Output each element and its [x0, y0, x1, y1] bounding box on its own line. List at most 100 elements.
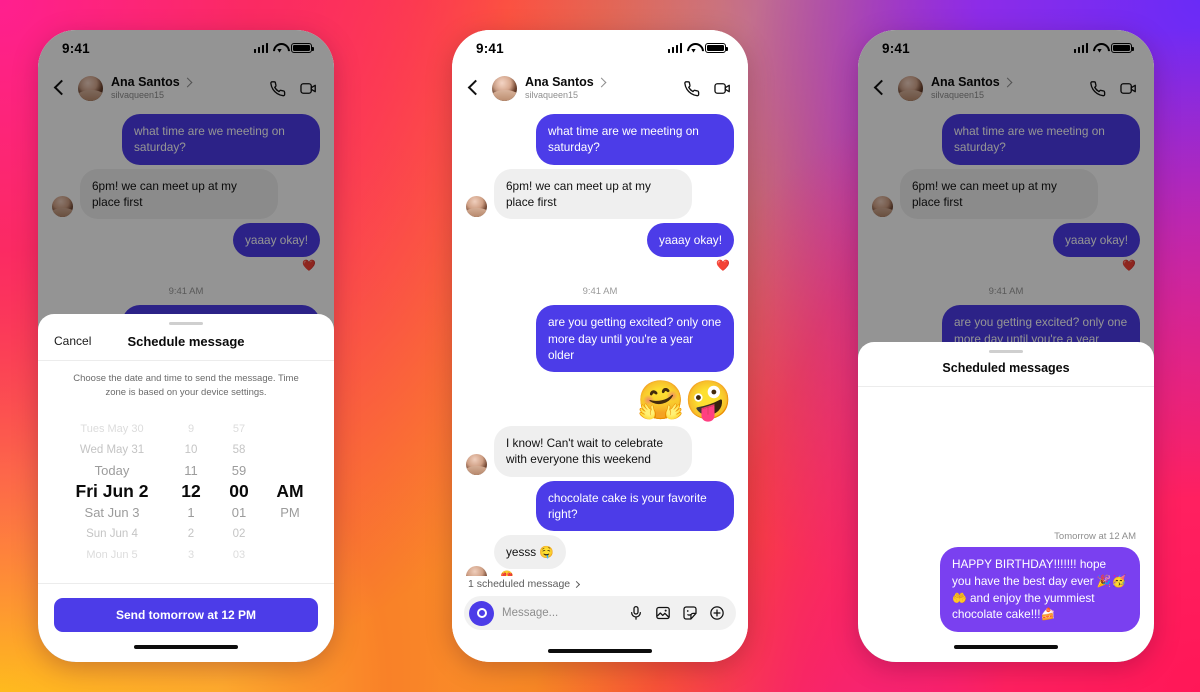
divider [38, 583, 334, 584]
scheduled-delivery-time: Tomorrow at 12 AM [1054, 531, 1136, 542]
picker-hour-option[interactable]: 3 [168, 549, 214, 561]
picker-minute-option[interactable]: 03 [214, 549, 264, 561]
plus-circle-icon[interactable] [709, 605, 725, 621]
sheet-grab-handle[interactable] [38, 314, 334, 329]
avatar [466, 453, 487, 475]
message-row: are you getting excited? only one more d… [466, 305, 734, 373]
picker-hour-option[interactable]: 11 [168, 463, 214, 478]
picker-row: Today 11 59 [54, 460, 318, 481]
contact-username: silvaqueen15 [525, 90, 579, 101]
picker-minute-option[interactable]: 01 [214, 505, 264, 520]
header-identity[interactable]: Ana Santos silvaqueen15 [525, 75, 674, 100]
message-reaction[interactable]: ❤️ [466, 259, 730, 272]
sticker-icon[interactable] [682, 605, 698, 621]
datetime-picker[interactable]: Tues May 30 9 57 Wed May 31 10 58 Today … [38, 404, 334, 575]
message-input[interactable]: Message... [502, 607, 620, 619]
picker-row: Tues May 30 9 57 [54, 418, 318, 439]
avatar [466, 566, 487, 576]
picker-date-option[interactable]: Wed May 31 [56, 444, 168, 456]
message-reaction[interactable]: 😍 [500, 570, 514, 576]
picker-date-option[interactable]: Sat Jun 3 [56, 505, 168, 520]
camera-icon[interactable] [469, 600, 494, 626]
video-camera-icon[interactable] [713, 79, 732, 98]
sheet-grab-handle[interactable] [858, 342, 1154, 357]
scheduled-message-bubble[interactable]: HAPPY BIRTHDAY!!!!!!! hope you have the … [940, 547, 1140, 632]
phone-mockup-schedule-message: 9:41 Ana Santos silvaqueen15 what time a… [38, 30, 334, 662]
cancel-button[interactable]: Cancel [54, 334, 91, 348]
sheet-header: Cancel Schedule message [38, 329, 334, 361]
message-row: what time are we meeting on saturday? [466, 114, 734, 165]
scheduled-messages-list[interactable]: Tomorrow at 12 AM HAPPY BIRTHDAY!!!!!!! … [858, 387, 1154, 632]
picker-minute-option[interactable]: 02 [214, 528, 264, 540]
message-bubble: 6pm! we can meet up at my place first [494, 168, 692, 220]
picker-row-selected: Fri Jun 2 12 00 AM [54, 481, 318, 502]
message-row: yesss 🤤 😍 [466, 535, 734, 576]
picker-row: Sun Jun 4 2 02 [54, 523, 318, 544]
picker-minute-option[interactable]: 59 [214, 463, 264, 478]
photo-gallery-icon[interactable] [655, 605, 671, 621]
battery-icon [705, 42, 729, 54]
chevron-right-icon [573, 580, 581, 588]
phone3-screen: 9:41 Ana Santos silvaqueen15 what time a… [858, 30, 1154, 662]
picker-hour-option[interactable]: 2 [168, 528, 214, 540]
emoji-sticker-message: 🤗🤪 [637, 380, 732, 423]
phone2-screen: 9:41 Ana Santos silvaqueen15 what time a… [452, 30, 748, 662]
message-composer[interactable]: Message... [464, 596, 736, 630]
status-time: 9:41 [476, 40, 504, 56]
sheet-title: Schedule message [127, 333, 245, 349]
picker-minute-option[interactable]: 58 [214, 444, 264, 456]
header-actions [682, 79, 732, 98]
sheet-description: Choose the date and time to send the mes… [73, 372, 299, 398]
picker-minute-option[interactable]: 57 [214, 423, 264, 435]
scheduled-messages-link[interactable]: 1 scheduled message [452, 576, 748, 596]
back-chevron-icon[interactable] [464, 78, 484, 98]
avatar[interactable] [492, 75, 517, 101]
message-row: 6pm! we can meet up at my place first [466, 168, 734, 220]
message-bubble: I know! Can't wait to celebrate with eve… [494, 426, 692, 477]
picker-hour-option[interactable]: 1 [168, 505, 214, 520]
picker-date-option[interactable]: Sun Jun 4 [56, 528, 168, 540]
wifi-icon [687, 43, 700, 53]
phone-mockup-conversation: 9:41 Ana Santos silvaqueen15 what time a… [452, 30, 748, 662]
message-bubble: yesss 🤤 [494, 535, 567, 570]
thread-timestamp: 9:41 AM [582, 286, 618, 298]
picker-meridiem-option[interactable]: PM [264, 505, 316, 520]
home-indicator [38, 632, 334, 662]
chat-header: Ana Santos silvaqueen15 [452, 66, 748, 110]
contact-name: Ana Santos [525, 75, 594, 90]
message-bubble: what time are we meeting on saturday? [536, 114, 734, 165]
message-bubble: chocolate cake is your favorite right? [536, 480, 734, 532]
microphone-icon[interactable] [628, 605, 644, 621]
picker-row: Wed May 31 10 58 [54, 439, 318, 460]
picker-row: Sat Jun 3 1 01 PM [54, 502, 318, 523]
picker-hour-option[interactable]: 9 [168, 423, 214, 435]
picker-row: Mon Jun 5 3 03 [54, 544, 318, 565]
status-indicators [667, 42, 729, 54]
send-schedule-button[interactable]: Send tomorrow at 12 PM [54, 598, 318, 632]
picker-date-option[interactable]: Tues May 30 [56, 423, 168, 435]
picker-date-option[interactable]: Today [56, 463, 168, 478]
message-bubble: yaaay okay! [647, 223, 734, 258]
cellular-signal-icon [667, 43, 682, 53]
status-bar: 9:41 [452, 30, 748, 66]
sheet-title: Scheduled messages [942, 361, 1070, 375]
composer-actions [628, 605, 725, 621]
picker-date-option[interactable]: Mon Jun 5 [56, 549, 168, 561]
schedule-message-sheet: Cancel Schedule message Choose the date … [38, 313, 334, 662]
picker-hour-option[interactable]: 10 [168, 444, 214, 456]
chevron-right-icon [596, 77, 607, 88]
home-indicator [858, 632, 1154, 662]
message-row: I know! Can't wait to celebrate with eve… [466, 426, 734, 477]
message-thread[interactable]: what time are we meeting on saturday? 6p… [452, 110, 748, 576]
phone-call-icon[interactable] [682, 79, 701, 98]
message-row: chocolate cake is your favorite right? [466, 480, 734, 532]
avatar [466, 196, 487, 218]
home-indicator [452, 640, 748, 662]
message-bubble: are you getting excited? only one more d… [536, 305, 734, 373]
scheduled-messages-sheet: Scheduled messages Tomorrow at 12 AM HAP… [858, 342, 1154, 662]
phone-mockup-scheduled-messages: 9:41 Ana Santos silvaqueen15 what time a… [858, 30, 1154, 662]
screenshot-stage: 9:41 Ana Santos silvaqueen15 what time a… [0, 0, 1200, 692]
scheduled-messages-label: 1 scheduled message [468, 578, 571, 590]
message-row: yaaay okay! [466, 223, 734, 258]
phone1-screen: 9:41 Ana Santos silvaqueen15 what time a… [38, 30, 334, 662]
